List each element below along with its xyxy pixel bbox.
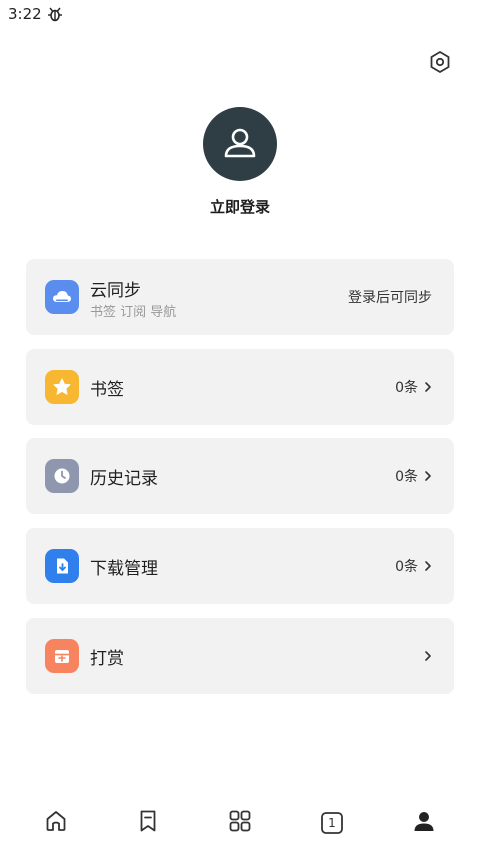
reward-chevron-wrap — [418, 618, 432, 694]
profile-screen: 3:22 立即登录 云同步 书签 订阅 导航 登录后可同步 书签 0条 历史记录… — [0, 0, 480, 853]
nav-bookmarks[interactable] — [128, 803, 168, 843]
bottom-nav: 1 — [0, 793, 480, 853]
history-card[interactable]: 历史记录 0条 — [26, 438, 454, 514]
reward-title: 打赏 — [90, 649, 124, 669]
history-count-wrap: 0条 — [395, 438, 432, 514]
downloads-count-wrap: 0条 — [395, 528, 432, 604]
chevron-right-icon — [424, 470, 432, 482]
status-time: 3:22 — [8, 5, 42, 23]
bookmarks-card[interactable]: 书签 0条 — [26, 349, 454, 425]
bug-icon — [47, 6, 63, 22]
downloads-card[interactable]: 下载管理 0条 — [26, 528, 454, 604]
reward-card[interactable]: 打赏 — [26, 618, 454, 694]
tabs-icon: 1 — [320, 811, 344, 835]
bookmarks-count-wrap: 0条 — [395, 349, 432, 425]
nav-home[interactable] — [36, 803, 76, 843]
chevron-right-icon — [424, 381, 432, 393]
avatar[interactable] — [203, 107, 277, 181]
history-count: 0条 — [395, 469, 418, 485]
cloud-sync-title: 云同步 — [90, 281, 141, 301]
chevron-right-icon — [424, 650, 432, 662]
settings-button[interactable] — [426, 50, 454, 78]
nav-profile[interactable] — [404, 803, 444, 843]
clock-icon — [45, 459, 79, 493]
nav-apps[interactable] — [220, 803, 260, 843]
gift-icon — [45, 639, 79, 673]
history-title: 历史记录 — [90, 469, 158, 489]
bookmarks-title: 书签 — [90, 380, 124, 400]
cloud-sync-subtitle: 书签 订阅 导航 — [90, 305, 177, 320]
user-outline-icon — [221, 123, 259, 165]
nav-tabs[interactable]: 1 — [312, 803, 352, 843]
status-bar: 3:22 — [0, 0, 480, 28]
downloads-count: 0条 — [395, 559, 418, 575]
download-file-icon — [45, 549, 79, 583]
login-link[interactable]: 立即登录 — [0, 196, 480, 217]
bookmarks-count: 0条 — [395, 380, 418, 396]
profile-icon — [412, 809, 436, 837]
grid-icon — [228, 809, 252, 837]
cloud-sync-status-text: 登录后可同步 — [348, 290, 432, 306]
gear-hexagon-icon — [428, 50, 452, 78]
tab-count: 1 — [328, 816, 336, 830]
cloud-icon — [45, 280, 79, 314]
home-icon — [44, 809, 68, 837]
downloads-title: 下载管理 — [90, 559, 158, 579]
cloud-sync-card[interactable]: 云同步 书签 订阅 导航 登录后可同步 — [26, 259, 454, 335]
cloud-sync-status: 登录后可同步 — [348, 259, 432, 335]
star-icon — [45, 370, 79, 404]
chevron-right-icon — [424, 560, 432, 572]
bookmark-icon — [136, 809, 160, 837]
